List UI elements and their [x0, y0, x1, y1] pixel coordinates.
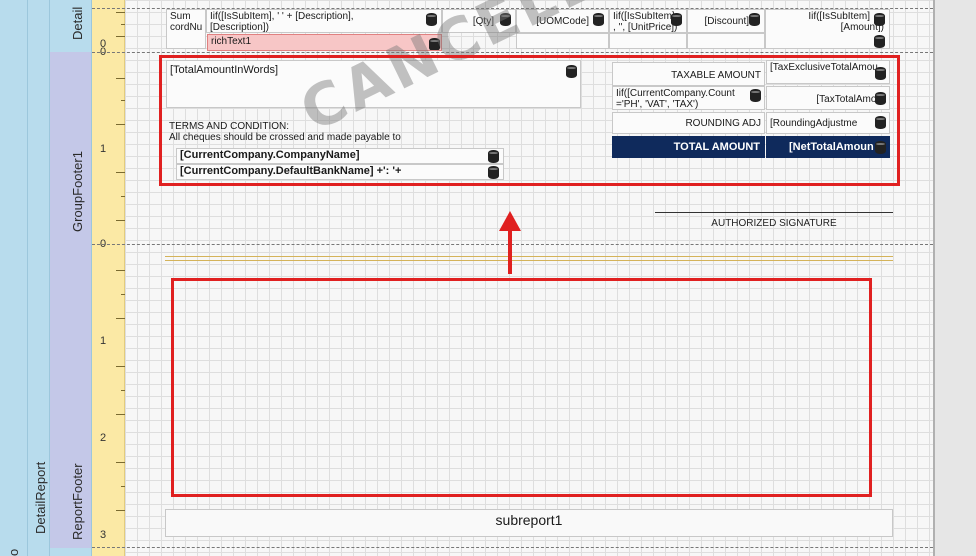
right-margin-edge: [933, 0, 935, 556]
authorized-signature-label[interactable]: AUTHORIZED SIGNATURE: [655, 218, 893, 229]
highlight-box-empty-area: [171, 278, 872, 497]
subreport-control[interactable]: subreport1: [165, 509, 893, 537]
cell-text: Iif([IsSubItem]: [808, 11, 870, 22]
database-icon[interactable]: [874, 13, 885, 26]
detail-report-band[interactable]: DetailReport: [28, 0, 50, 556]
detail-cell-blank[interactable]: [609, 33, 687, 49]
ruler-mark: 2: [100, 432, 107, 444]
group-footer-label-text: GroupFooter1: [70, 151, 85, 232]
right-margin: [933, 0, 976, 556]
detail-cell-discount[interactable]: [Discount]: [687, 9, 765, 33]
cell-text: [Amount]): [840, 22, 884, 33]
detail-section-label[interactable]: Detail: [50, 0, 92, 52]
detail-report-label: DetailReport: [33, 461, 48, 534]
detail-cell-sum[interactable]: Sum cordNu: [166, 9, 206, 49]
database-icon[interactable]: [593, 13, 604, 26]
detail-cell-blank[interactable]: [687, 33, 765, 49]
ruler-mark: 1: [100, 335, 107, 347]
footer-line: [165, 256, 893, 257]
section-separator: [92, 547, 933, 548]
report-footer-section-label[interactable]: ReportFooter: [50, 244, 92, 548]
database-icon[interactable]: [671, 13, 682, 26]
cell-text: Iif([IsSubItem], ' ' + [Description],: [210, 11, 354, 22]
footer-line: [165, 260, 893, 261]
signature-line: [655, 212, 893, 213]
next-section-label: [50, 548, 92, 556]
detail-cell-unit-price[interactable]: Iif([IsSubItem] , '', [UnitPrice]): [609, 9, 687, 33]
outer-band-label: o: [6, 548, 21, 556]
arrow-stem: [508, 226, 512, 274]
section-separator: [92, 244, 933, 245]
outer-band: o: [0, 0, 28, 556]
cell-text: [Discount]: [704, 16, 749, 27]
highlight-box-group-footer: [159, 55, 900, 186]
section-separator: [92, 52, 933, 53]
rich-text-label: richText1: [211, 36, 252, 47]
group-footer-section-label[interactable]: GroupFooter1: [50, 52, 92, 244]
detail-label-text: Detail: [70, 6, 85, 40]
detail-cell-amount[interactable]: Iif([IsSubItem] [Amount]): [765, 9, 890, 49]
cell-text: Sum: [170, 11, 191, 22]
subreport-label: subreport1: [495, 512, 563, 528]
report-footer-label-text: ReportFooter: [70, 463, 85, 540]
ruler-mark: 1: [100, 143, 107, 155]
ruler-mark: 3: [100, 529, 107, 541]
database-icon[interactable]: [874, 35, 885, 48]
database-icon[interactable]: [749, 13, 760, 26]
vertical-ruler: 0 0 1 0 1 2 3: [92, 0, 125, 556]
cell-text: cordNu: [170, 22, 203, 33]
